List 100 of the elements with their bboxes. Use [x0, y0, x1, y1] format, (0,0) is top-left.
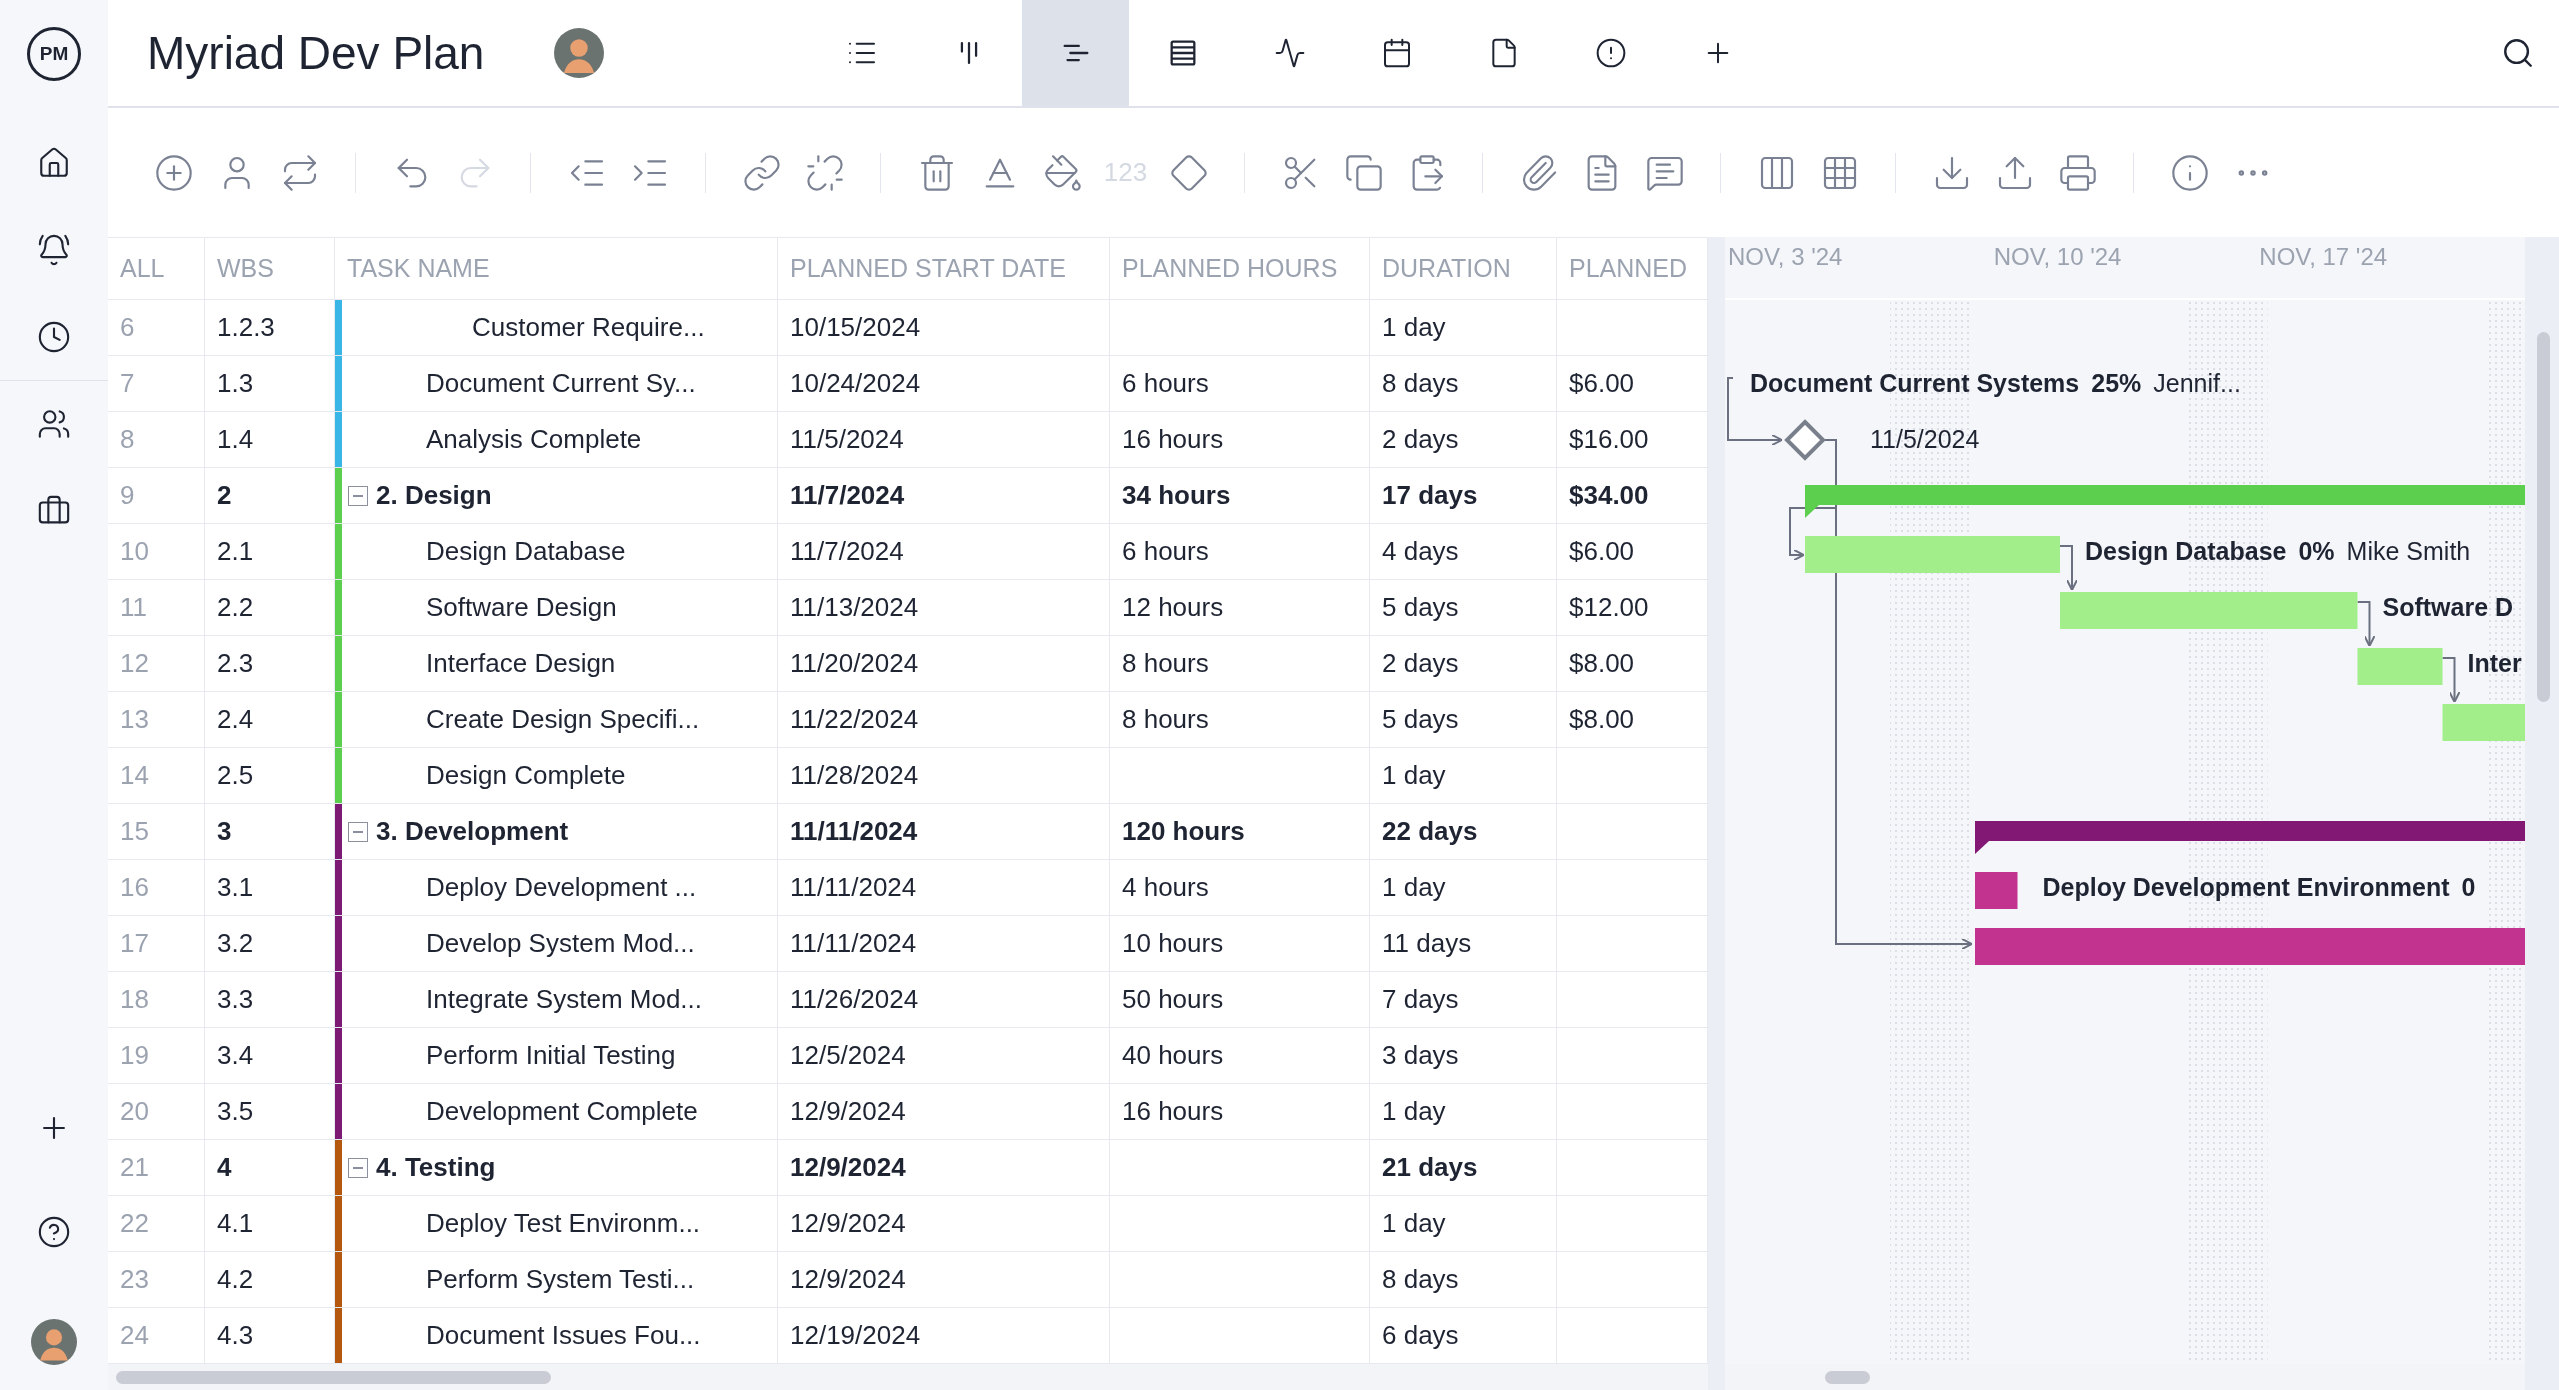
start-date-cell-text: 11/11/2024 — [790, 927, 917, 960]
vertical-scrollbar-thumb[interactable] — [2537, 332, 2550, 702]
duration-cell-text: 1 day — [1382, 1095, 1446, 1128]
duration-cell-text: 5 days — [1382, 591, 1459, 624]
hours-cell-text: 120 hours — [1122, 815, 1245, 848]
task-name: Deploy Test Environm... — [426, 1207, 701, 1240]
hours-cell-text: 4 hours — [1122, 871, 1209, 904]
duration-cell-text: 4 days — [1382, 535, 1459, 568]
column-header[interactable]: WBS — [205, 238, 335, 299]
week-label: NOV, 17 '24 — [2259, 243, 2388, 270]
start-date-cell-text: 11/7/2024 — [790, 535, 904, 568]
avatar-icon[interactable] — [31, 1319, 77, 1365]
duration-cell-text: 3 days — [1382, 1039, 1459, 1072]
alert-icon — [1594, 37, 1627, 69]
project-title: Myriad Dev Plan — [147, 25, 485, 81]
duration-cell-text: 8 days — [1382, 367, 1459, 400]
start-date-cell-text: 10/15/2024 — [790, 311, 921, 344]
collapse-icon[interactable] — [348, 821, 368, 842]
row-number: 6 — [108, 300, 205, 355]
task-name: Software Design — [426, 591, 617, 624]
unlink-icon[interactable] — [804, 152, 845, 193]
duration-cell-text: 2 days — [1382, 423, 1459, 456]
task-name: Interface Design — [426, 647, 616, 680]
people-icon[interactable] — [37, 407, 71, 441]
row-number: 14 — [108, 748, 205, 803]
avatar-icon[interactable] — [554, 28, 605, 78]
start-date-cell-text: 12/9/2024 — [790, 1151, 906, 1184]
task-name: Perform System Testi... — [426, 1263, 695, 1296]
logo[interactable]: PM — [27, 27, 81, 81]
task-bar[interactable] — [1975, 872, 2018, 909]
row-number: 7 — [108, 356, 205, 411]
copy-icon[interactable] — [1343, 152, 1384, 193]
hours-cell-text: 50 hours — [1122, 983, 1224, 1016]
column-header[interactable]: TASK NAME — [335, 238, 778, 299]
duration-cell-text: 8 days — [1382, 1263, 1459, 1296]
cost-cell-text: $16.00 — [1569, 423, 1649, 456]
diamond-icon[interactable] — [1168, 152, 1209, 193]
dependency-arrow — [2356, 601, 2376, 647]
collapse-icon[interactable] — [348, 1157, 368, 1178]
task-name: Create Design Specifi... — [426, 703, 700, 736]
search-icon[interactable] — [2501, 36, 2535, 70]
link-icon[interactable] — [741, 152, 782, 193]
task-name: Deploy Development ... — [426, 871, 697, 904]
task-name: 4. Testing — [376, 1151, 496, 1184]
bell-icon[interactable] — [37, 233, 71, 267]
info-icon[interactable] — [2169, 152, 2210, 193]
add-icon[interactable] — [153, 152, 194, 193]
horizontal-scrollbar-thumb[interactable] — [116, 1371, 551, 1384]
cost-cell-text: $34.00 — [1569, 479, 1649, 512]
home-icon[interactable] — [37, 146, 71, 180]
row-number: 13 — [108, 692, 205, 747]
task-name: Develop System Mod... — [426, 927, 695, 960]
duration-cell-text: 1 day — [1382, 311, 1446, 344]
cost-cell-text: $6.00 — [1569, 535, 1635, 568]
hours-cell-text: 8 hours — [1122, 647, 1209, 680]
cost-cell-text: $6.00 — [1569, 367, 1635, 400]
duration-cell-text: 22 days — [1382, 815, 1478, 848]
summary-bar[interactable] — [1975, 821, 2525, 854]
task-name: Customer Require... — [472, 311, 705, 344]
cost-cell-text: $8.00 — [1569, 647, 1635, 680]
hours-cell-text: 8 hours — [1122, 703, 1209, 736]
horizontal-scrollbar-thumb[interactable] — [1825, 1371, 1870, 1384]
pulse-icon — [1273, 37, 1306, 69]
clock-icon[interactable] — [37, 320, 71, 354]
start-date-cell-text: 11/11/2024 — [790, 871, 917, 904]
task-name: Document Issues Fou... — [426, 1319, 701, 1352]
start-date-cell-text: 11/13/2024 — [790, 591, 919, 624]
duration-cell-text: 1 day — [1382, 759, 1446, 792]
printer-icon[interactable] — [2057, 152, 2098, 193]
row-number: 23 — [108, 1252, 205, 1307]
row-number: 16 — [108, 860, 205, 915]
duration-cell-text: 1 day — [1382, 1207, 1446, 1240]
milestone-diamond[interactable] — [1784, 419, 1826, 461]
bar-label: Document Current Systems — [1750, 368, 2080, 400]
column-header[interactable]: PLANNED HOURS — [1110, 238, 1370, 299]
duration-cell-text: 21 days — [1382, 1151, 1478, 1184]
task-name: Integrate System Mod... — [426, 983, 702, 1016]
column-header[interactable]: DURATION — [1370, 238, 1557, 299]
hours-cell-text: 16 hours — [1122, 1095, 1224, 1128]
task-name: Design Complete — [426, 759, 626, 792]
hours-cell-text: 6 hours — [1122, 367, 1209, 400]
start-date-cell-text: 12/9/2024 — [790, 1207, 906, 1240]
collapse-icon[interactable] — [348, 485, 368, 506]
column-header[interactable]: ALL — [108, 238, 205, 299]
bar-label: Deploy Development Environment — [2042, 872, 2450, 904]
help-icon[interactable] — [37, 1215, 71, 1249]
row-number: 17 — [108, 916, 205, 971]
hours-cell-text: 16 hours — [1122, 423, 1224, 456]
duration-cell-text: 11 days — [1382, 927, 1472, 960]
task-name: Analysis Complete — [426, 423, 642, 456]
task-name: 2. Design — [376, 479, 492, 512]
start-date-cell-text: 11/11/2024 — [790, 815, 918, 848]
hours-cell-text: 40 hours — [1122, 1039, 1224, 1072]
paint-bucket-icon[interactable] — [1042, 152, 1083, 193]
start-date-cell-text: 12/9/2024 — [790, 1095, 906, 1128]
start-date-cell-text: 11/5/2024 — [790, 423, 904, 456]
dependency-arrow — [2441, 657, 2461, 703]
column-header[interactable]: PLANNED START DATE — [778, 238, 1110, 299]
bar-label: Design Database — [2085, 536, 2287, 568]
row-number: 15 — [108, 804, 205, 859]
